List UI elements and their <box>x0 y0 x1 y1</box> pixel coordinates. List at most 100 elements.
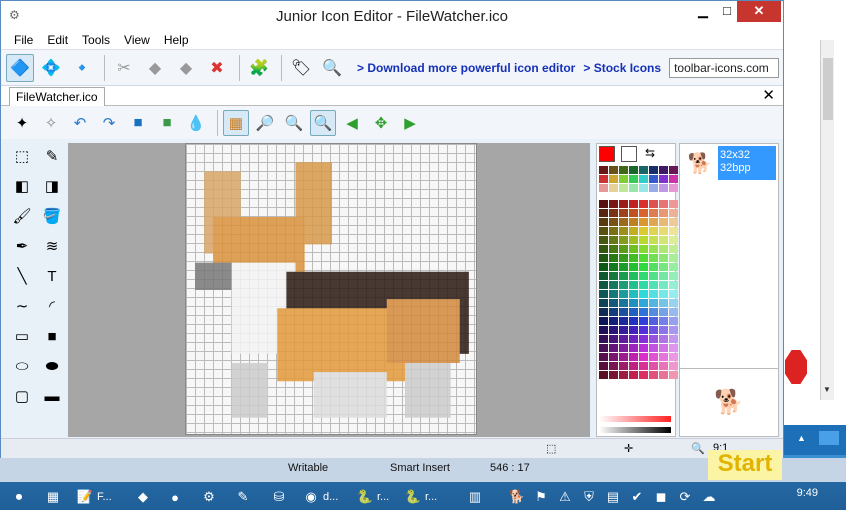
palette-cell[interactable] <box>649 227 658 235</box>
palette-cell[interactable] <box>639 344 648 352</box>
palette-cell[interactable] <box>659 254 668 262</box>
new-icon[interactable]: 🔷 <box>6 53 34 82</box>
palette-cell[interactable] <box>599 344 608 352</box>
palette-cell[interactable] <box>609 371 618 379</box>
palette-cell[interactable] <box>609 245 618 253</box>
palette-cell[interactable] <box>649 335 658 343</box>
undo-icon[interactable]: ↶ <box>67 110 93 136</box>
palette-cell[interactable] <box>629 299 638 307</box>
taskbar-item-python-2[interactable]: 🐍 r... <box>404 486 437 508</box>
palette-cell[interactable] <box>639 362 648 370</box>
filled-rounded-rect-icon[interactable]: ▬ <box>39 383 65 409</box>
palette-cell[interactable] <box>619 263 628 271</box>
palette-cell[interactable] <box>619 218 628 226</box>
palette-cell[interactable] <box>609 353 618 361</box>
palette-cell[interactable] <box>649 218 658 226</box>
palette-cell[interactable] <box>659 290 668 298</box>
brush-icon[interactable]: 🖌 <box>9 203 35 229</box>
palette-cell[interactable] <box>639 281 648 289</box>
stock-icons-link[interactable]: > Stock Icons <box>583 61 661 75</box>
palette-cell[interactable] <box>669 254 678 262</box>
delete-icon[interactable]: ✖ <box>203 54 231 82</box>
palette-cell[interactable] <box>669 317 678 325</box>
tray-icon-drive[interactable]: ▤ <box>604 486 625 508</box>
color-grid[interactable] <box>599 200 678 379</box>
palette-cell[interactable] <box>639 353 648 361</box>
palette-cell[interactable] <box>649 184 658 192</box>
grid-icon[interactable]: ▦ <box>223 109 249 136</box>
background-tile[interactable] <box>819 431 839 445</box>
scroll-down-icon[interactable]: ▼ <box>823 385 831 394</box>
palette-cell[interactable] <box>609 326 618 334</box>
palette-cell[interactable] <box>629 175 638 183</box>
palette-cell[interactable] <box>609 227 618 235</box>
open-icon[interactable]: 💠 <box>37 54 65 82</box>
line-icon[interactable]: ╲ <box>9 263 35 289</box>
palette-cell[interactable] <box>649 166 658 174</box>
canvas-area[interactable] <box>68 143 590 437</box>
palette-cell[interactable] <box>639 218 648 226</box>
color-picker-icon[interactable]: ✒ <box>9 233 35 259</box>
palette-cell[interactable] <box>669 245 678 253</box>
system-colors[interactable] <box>599 166 678 192</box>
title-bar[interactable]: ⚙ Junior Icon Editor - FileWatcher.ico ▁… <box>1 1 783 31</box>
menu-help[interactable]: Help <box>157 31 196 49</box>
search-icon[interactable]: 🔍 <box>318 54 346 82</box>
palette-cell[interactable] <box>629 166 638 174</box>
palette-cell[interactable] <box>609 272 618 280</box>
menu-file[interactable]: File <box>7 31 40 49</box>
palette-cell[interactable] <box>659 272 668 280</box>
primary-color-swatch[interactable] <box>599 146 615 162</box>
palette-cell[interactable] <box>659 227 668 235</box>
palette-cell[interactable] <box>629 308 638 316</box>
palette-cell[interactable] <box>599 236 608 244</box>
palette-cell[interactable] <box>619 175 628 183</box>
palette-cell[interactable] <box>599 290 608 298</box>
palette-cell[interactable] <box>649 326 658 334</box>
tray-icon-shield[interactable]: ⛨ <box>580 486 601 508</box>
palette-cell[interactable] <box>609 254 618 262</box>
curve-icon[interactable]: ∼ <box>9 293 35 319</box>
tray-icon-sync[interactable]: ⟳ <box>676 486 697 508</box>
palette-cell[interactable] <box>639 272 648 280</box>
palette-cell[interactable] <box>649 290 658 298</box>
palette-cell[interactable] <box>639 245 648 253</box>
palette-cell[interactable] <box>629 184 638 192</box>
spray-icon[interactable]: ≋ <box>39 233 65 259</box>
tray-icon-flag[interactable]: ⚑ <box>532 486 553 508</box>
palette-cell[interactable] <box>619 281 628 289</box>
palette-cell[interactable] <box>599 245 608 253</box>
secondary-color-swatch[interactable] <box>621 146 637 162</box>
taskbar-db-icon[interactable]: ⛁ <box>270 486 291 508</box>
palette-cell[interactable] <box>599 227 608 235</box>
palette-cell[interactable] <box>609 290 618 298</box>
palette-cell[interactable] <box>629 335 638 343</box>
palette-cell[interactable] <box>619 344 628 352</box>
palette-cell[interactable] <box>599 353 608 361</box>
palette-cell[interactable] <box>639 335 648 343</box>
palette-cell[interactable] <box>649 299 658 307</box>
palette-cell[interactable] <box>669 175 678 183</box>
palette-cell[interactable] <box>649 281 658 289</box>
palette-cell[interactable] <box>649 263 658 271</box>
palette-cell[interactable] <box>599 166 608 174</box>
palette-cell[interactable] <box>609 335 618 343</box>
start-button[interactable]: Start <box>708 450 782 480</box>
close-tab-icon[interactable]: ✕ <box>762 86 775 104</box>
palette-cell[interactable] <box>629 209 638 217</box>
palette-cell[interactable] <box>629 362 638 370</box>
palette-cell[interactable] <box>619 326 628 334</box>
palette-cell[interactable] <box>599 335 608 343</box>
palette-cell[interactable] <box>649 362 658 370</box>
background-scrollbar[interactable]: ▼ <box>820 40 834 400</box>
fill-icon[interactable]: ◨ <box>39 173 65 199</box>
palette-cell[interactable] <box>599 254 608 262</box>
palette-cell[interactable] <box>669 166 678 174</box>
palette-cell[interactable] <box>599 362 608 370</box>
taskbar-clock[interactable]: 9:49 <box>797 487 818 499</box>
palette-cell[interactable] <box>639 200 648 208</box>
palette-cell[interactable] <box>659 317 668 325</box>
palette-cell[interactable] <box>659 245 668 253</box>
palette-cell[interactable] <box>619 227 628 235</box>
palette-cell[interactable] <box>659 236 668 244</box>
